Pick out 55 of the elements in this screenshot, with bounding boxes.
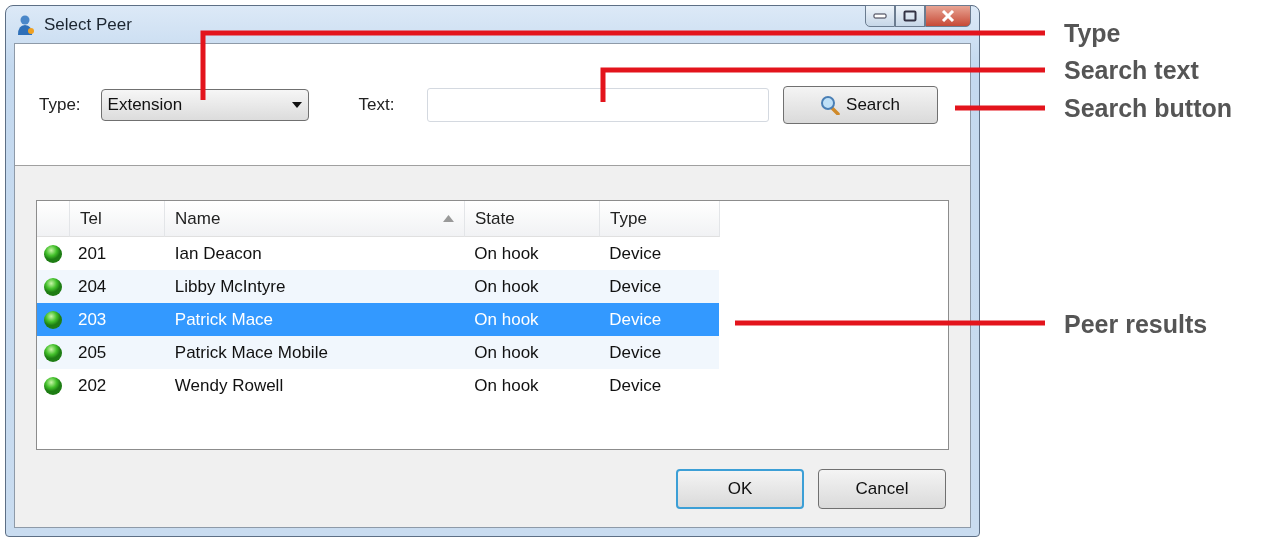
- type-label: Type:: [39, 94, 81, 115]
- status-dot-icon: [43, 375, 64, 396]
- text-label: Text:: [358, 94, 395, 115]
- status-dot-icon: [43, 243, 64, 264]
- search-icon: [820, 94, 841, 115]
- cancel-button[interactable]: Cancel: [818, 468, 946, 509]
- type-cell-text: Device: [608, 342, 663, 363]
- type-dropdown[interactable]: Extension: [100, 88, 309, 121]
- peer-row[interactable]: 201 Ian Deacon On hook Device: [37, 237, 719, 270]
- status-dot-icon: [43, 342, 64, 363]
- name-cell-text: Patrick Mace: [173, 309, 275, 330]
- column-header[interactable]: Tel: [70, 201, 165, 237]
- name-cell-text: Patrick Mace Mobile: [173, 342, 329, 363]
- close-button[interactable]: [925, 5, 971, 27]
- type-cell-text: Device: [608, 309, 663, 330]
- maximize-button[interactable]: [895, 5, 925, 27]
- type-cell-text: Device: [608, 243, 663, 264]
- tel-cell-text: 201: [76, 243, 108, 264]
- state-cell-text: On hook: [473, 375, 540, 396]
- tel-cell-text: 204: [76, 276, 108, 297]
- people-icon: [16, 13, 36, 36]
- callout-label: Type: [1064, 18, 1121, 48]
- minimize-button[interactable]: [865, 5, 895, 27]
- state-cell-text: On hook: [473, 342, 540, 363]
- state-cell-text: On hook: [473, 276, 540, 297]
- ok-button[interactable]: OK: [676, 468, 804, 509]
- name-cell-text: Libby McIntyre: [173, 276, 287, 297]
- window-title: Select Peer: [44, 14, 132, 35]
- close-icon: [941, 10, 955, 22]
- callout-label: Search button: [1064, 93, 1233, 123]
- callout-label: Search text: [1064, 55, 1199, 85]
- state-cell-text: On hook: [473, 309, 540, 330]
- state-cell-text: On hook: [473, 243, 540, 264]
- search-text-field[interactable]: [426, 87, 769, 122]
- status-dot-icon: [43, 276, 64, 297]
- maximize-icon: [903, 10, 917, 22]
- type-cell-text: Device: [608, 276, 663, 297]
- status-dot-icon: [43, 309, 64, 330]
- peer-row[interactable]: 204 Libby McIntyre On hook Device: [37, 270, 719, 303]
- callout-label: Peer results: [1064, 309, 1208, 339]
- name-cell-text: Wendy Rowell: [173, 375, 285, 396]
- tel-cell-text: 205: [76, 342, 108, 363]
- column-header[interactable]: Name: [165, 201, 465, 237]
- minimize-icon: [873, 13, 887, 19]
- tel-cell-text: 203: [76, 309, 108, 330]
- peer-row[interactable]: 205 Patrick Mace Mobile On hook Device: [37, 336, 719, 369]
- column-header[interactable]: State: [465, 201, 600, 237]
- dropdown-arrow-icon: [291, 101, 302, 108]
- type-cell-text: Device: [608, 375, 663, 396]
- column-header: [37, 201, 70, 237]
- search-button[interactable]: Search: [782, 85, 938, 124]
- tel-cell-text: 202: [76, 375, 108, 396]
- name-cell-text: Ian Deacon: [173, 243, 263, 264]
- column-header[interactable]: Type: [600, 201, 720, 237]
- peer-row[interactable]: 202 Wendy Rowell On hook Device: [37, 369, 719, 402]
